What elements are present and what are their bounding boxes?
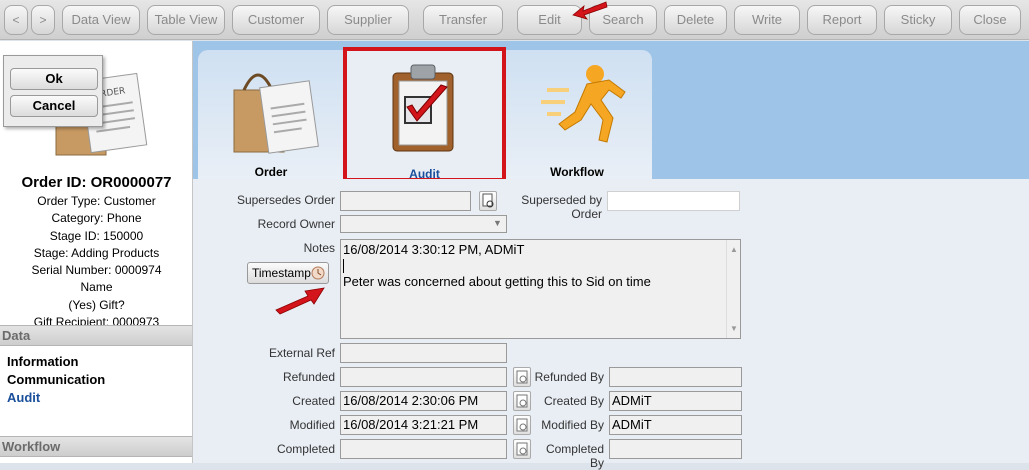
- transfer-button[interactable]: Transfer: [423, 5, 503, 35]
- sticky-button[interactable]: Sticky: [884, 5, 952, 35]
- completed-by-field[interactable]: [609, 439, 742, 459]
- annotation-arrow-icon: [572, 1, 608, 20]
- delete-button[interactable]: Delete: [664, 5, 727, 35]
- date-picker-icon[interactable]: [513, 391, 531, 411]
- created-field[interactable]: 16/08/2014 2:30:06 PM: [340, 391, 507, 411]
- top-toolbar: < > Data View Table View Customer Suppli…: [0, 0, 1029, 40]
- data-section-header: Data: [0, 325, 192, 346]
- record-owner-dropdown[interactable]: [340, 215, 507, 233]
- modified-label: Modified: [289, 418, 335, 432]
- notes-label: Notes: [303, 241, 335, 255]
- sidebar-item-information[interactable]: Information: [7, 353, 105, 371]
- supersedes-order-label: Supersedes Order: [236, 193, 335, 207]
- tab-order[interactable]: Order: [212, 50, 330, 179]
- tab-audit[interactable]: Audit: [343, 47, 506, 182]
- sidebar-item-communication[interactable]: Communication: [7, 371, 105, 389]
- completed-label: Completed: [276, 442, 335, 456]
- date-picker-icon[interactable]: [513, 367, 531, 387]
- clock-icon: [311, 266, 325, 280]
- order-gift: (Yes) Gift?: [68, 297, 125, 312]
- external-ref-label: External Ref: [268, 346, 335, 360]
- notes-text-line: Peter was concerned about getting this t…: [343, 274, 651, 289]
- order-serial-number: Serial Number: 0000974: [31, 263, 162, 278]
- scroll-up-icon[interactable]: ▲: [730, 241, 738, 258]
- order-category: Category: Phone: [51, 211, 142, 226]
- ok-cancel-dialog: Ok Cancel: [3, 55, 103, 127]
- clipboard-check-icon: [392, 64, 454, 152]
- notes-timestamp-line: 16/08/2014 3:30:12 PM, ADMiT: [343, 242, 525, 257]
- timestamp-button[interactable]: Timestamp: [247, 262, 329, 284]
- modified-field[interactable]: 16/08/2014 3:21:21 PM: [340, 415, 507, 435]
- table-view-button[interactable]: Table View: [147, 5, 225, 35]
- modified-by-label: Modified By: [541, 418, 604, 432]
- close-button[interactable]: Close: [959, 5, 1021, 35]
- write-button[interactable]: Write: [734, 5, 800, 35]
- timestamp-button-label: Timestamp: [252, 266, 311, 280]
- back-button[interactable]: <: [4, 5, 28, 35]
- left-panel: Ok Cancel ORDER Order ID: OR0000077 Orde…: [0, 41, 193, 463]
- completed-field[interactable]: [340, 439, 507, 459]
- created-label: Created: [292, 394, 335, 408]
- refunded-by-field[interactable]: [609, 367, 742, 387]
- created-by-label: Created By: [543, 394, 604, 408]
- data-nav-list: Information Communication Audit: [7, 353, 105, 407]
- modified-by-field[interactable]: ADMiT: [609, 415, 742, 435]
- completed-by-label: Completed By: [545, 442, 604, 470]
- tab-workflow[interactable]: Workflow: [517, 50, 637, 179]
- external-ref-field[interactable]: [340, 343, 507, 363]
- ok-button[interactable]: Ok: [10, 68, 98, 90]
- date-picker-icon[interactable]: [513, 439, 531, 459]
- text-cursor: [343, 259, 344, 273]
- notes-textarea[interactable]: 16/08/2014 3:30:12 PM, ADMiT Peter was c…: [340, 239, 741, 339]
- order-summary: Order ID: OR0000077 Order Type: Customer…: [0, 173, 192, 331]
- order-id: Order ID: OR0000077: [21, 174, 172, 191]
- supersedes-order-field[interactable]: [340, 191, 471, 211]
- data-view-button[interactable]: Data View: [62, 5, 140, 35]
- sidebar-item-audit[interactable]: Audit: [7, 389, 105, 407]
- record-owner-label: Record Owner: [257, 217, 335, 231]
- cancel-button[interactable]: Cancel: [10, 95, 98, 117]
- order-type: Order Type: Customer: [37, 194, 156, 208]
- refunded-field[interactable]: [340, 367, 507, 387]
- date-picker-icon[interactable]: [513, 415, 531, 435]
- order-stage: Stage: Adding Products: [33, 245, 160, 260]
- workflow-section-header[interactable]: Workflow: [0, 436, 192, 457]
- order-name: Name: [80, 280, 113, 295]
- refunded-label: Refunded: [282, 370, 335, 384]
- running-figure-icon: [541, 65, 626, 143]
- annotation-arrow-icon: [275, 287, 325, 315]
- superseded-by-order-field[interactable]: [607, 191, 740, 211]
- report-button[interactable]: Report: [807, 5, 877, 35]
- order-stage-id: Stage ID: 150000: [49, 228, 144, 243]
- customer-button[interactable]: Customer: [232, 5, 320, 35]
- forward-button[interactable]: >: [31, 5, 55, 35]
- shopping-bag-icon: [233, 73, 319, 154]
- chevron-down-icon[interactable]: ▼: [493, 218, 502, 228]
- notes-scrollbar[interactable]: ▲ ▼: [726, 240, 740, 338]
- superseded-by-order-label: Superseded by Order: [521, 193, 602, 221]
- scroll-down-icon[interactable]: ▼: [730, 320, 738, 337]
- created-by-field[interactable]: ADMiT: [609, 391, 742, 411]
- refunded-by-label: Refunded By: [534, 370, 604, 384]
- supplier-button[interactable]: Supplier: [327, 5, 409, 35]
- tab-workflow-label: Workflow: [550, 165, 604, 179]
- tab-order-label: Order: [254, 165, 288, 179]
